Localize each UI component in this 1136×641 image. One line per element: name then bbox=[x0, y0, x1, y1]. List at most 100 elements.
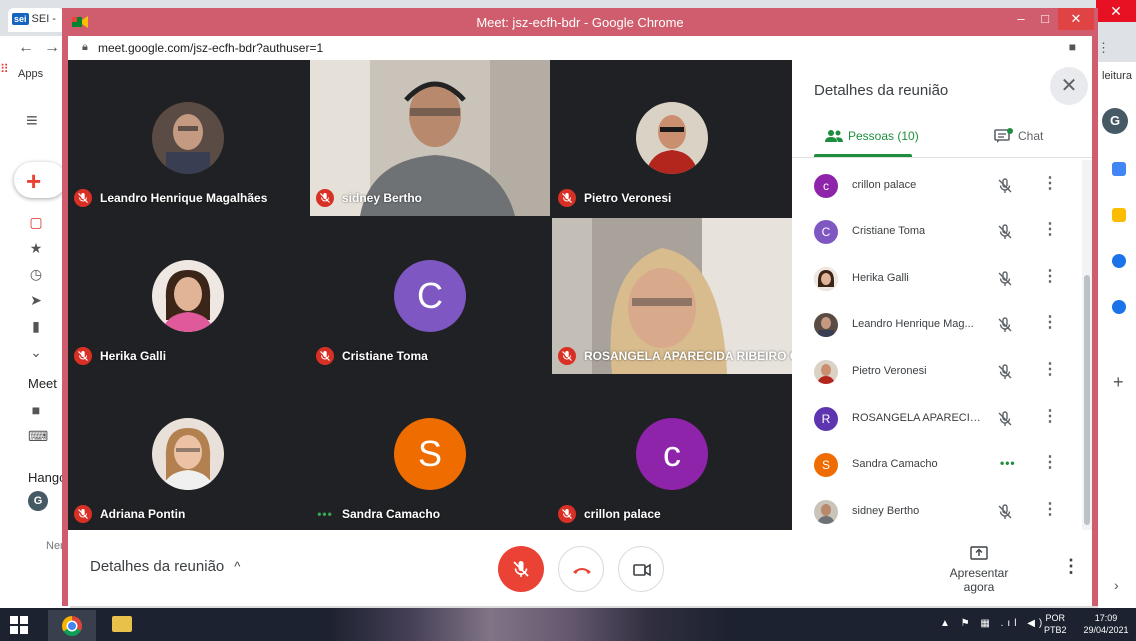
url-text[interactable]: meet.google.com/jsz-ecfh-bdr?authuser=1 bbox=[98, 41, 323, 55]
chevron-down-icon[interactable]: ⌄ bbox=[28, 344, 44, 361]
mic-off-icon[interactable] bbox=[996, 316, 1014, 334]
participant-tile[interactable]: Herika Galli bbox=[68, 218, 308, 374]
mic-off-icon bbox=[316, 189, 334, 207]
expand-rail-icon[interactable]: › bbox=[1114, 577, 1119, 593]
participant-name: ROSANGELA APARECIDA RIBEIRO G... bbox=[584, 349, 792, 363]
tile-name-bar: sidney Bertho bbox=[316, 188, 422, 208]
participant-more-button[interactable]: ⋮ bbox=[1042, 269, 1058, 285]
mic-off-icon[interactable] bbox=[996, 410, 1014, 428]
more-options-button[interactable]: ⋮ bbox=[1062, 556, 1080, 577]
panel-close-button[interactable]: ✕ bbox=[1050, 67, 1088, 105]
camera-permission-icon[interactable]: ■ bbox=[1069, 40, 1076, 54]
mic-off-icon[interactable] bbox=[996, 270, 1014, 288]
mic-off-icon bbox=[74, 189, 92, 207]
participant-tile[interactable]: S ••• Sandra Camacho bbox=[310, 376, 550, 532]
keyboard-icon[interactable]: ⌨ bbox=[28, 428, 48, 445]
file-icon[interactable]: ▮ bbox=[28, 318, 44, 335]
list-item[interactable]: Leandro Henrique Mag... ⋮ bbox=[792, 305, 1082, 345]
compose-button[interactable]: + bbox=[14, 162, 66, 198]
mic-off-icon[interactable] bbox=[996, 363, 1014, 381]
send-icon[interactable]: ➤ bbox=[28, 292, 44, 309]
account-avatar[interactable]: G bbox=[1102, 108, 1128, 134]
toggle-mic-button[interactable] bbox=[498, 546, 544, 592]
taskbar-chrome-button[interactable] bbox=[48, 610, 96, 641]
participant-tile[interactable]: sidney Bertho bbox=[310, 60, 550, 216]
participant-list-name: Herika Galli bbox=[852, 272, 909, 284]
address-bar[interactable]: 🔒︎ meet.google.com/jsz-ecfh-bdr?authuser… bbox=[68, 36, 1092, 60]
tasks-icon[interactable] bbox=[1112, 254, 1126, 268]
leitura-bookmark[interactable]: leitura bbox=[1102, 70, 1132, 82]
video-icon[interactable]: ■ bbox=[28, 402, 44, 418]
participant-name: Pietro Veronesi bbox=[584, 191, 672, 205]
background-menu-icon[interactable]: ⋮ bbox=[1097, 40, 1110, 56]
windows-start-icon[interactable] bbox=[10, 616, 28, 634]
system-tray-icons[interactable]: ▲ ⚑ ▦ .ıl ◀) bbox=[940, 618, 1046, 629]
input-language-indicator[interactable]: POR PTB2 bbox=[1044, 612, 1067, 636]
clock-icon[interactable]: ◷ bbox=[28, 266, 44, 283]
participant-photo bbox=[152, 260, 224, 332]
tab-people[interactable]: Pessoas (10) bbox=[824, 126, 919, 146]
participant-tile[interactable]: Pietro Veronesi bbox=[552, 60, 792, 216]
present-now-button[interactable]: Apresentar agora bbox=[934, 546, 1024, 594]
hangouts-avatar[interactable]: G bbox=[28, 491, 48, 511]
list-item[interactable]: S Sandra Camacho ••• ⋮ bbox=[792, 445, 1082, 485]
participant-more-button[interactable]: ⋮ bbox=[1042, 176, 1058, 192]
participant-more-button[interactable]: ⋮ bbox=[1042, 222, 1058, 238]
meeting-details-label: Detalhes da reunião bbox=[90, 558, 225, 575]
lock-icon[interactable]: 🔒︎ bbox=[82, 41, 88, 54]
star-icon[interactable]: ★ bbox=[28, 240, 44, 257]
participant-tile[interactable]: Leandro Henrique Magalhães bbox=[68, 60, 308, 216]
background-gmail-sidebar: ≡ + ▢ ★ ◷ ➤ ▮ ⌄ Meet ■ ⌨ Hango G Ner bbox=[0, 88, 70, 608]
list-item[interactable]: C Cristiane Toma ⋮ bbox=[792, 212, 1082, 252]
list-item[interactable]: c crillon palace ⋮ bbox=[792, 166, 1082, 206]
inbox-icon[interactable]: ▢ bbox=[28, 214, 44, 231]
maximize-button[interactable]: □ bbox=[1030, 8, 1060, 30]
participant-list-name: Leandro Henrique Mag... bbox=[852, 318, 974, 330]
meet-popup-window: Meet: jsz-ecfh-bdr - Google Chrome – □ ✕… bbox=[62, 8, 1098, 606]
scrollbar-thumb[interactable] bbox=[1084, 275, 1090, 525]
back-arrow-icon[interactable]: ← bbox=[18, 39, 44, 56]
toggle-camera-button[interactable] bbox=[618, 546, 664, 592]
mic-off-icon bbox=[316, 347, 334, 365]
add-addon-icon[interactable]: + bbox=[1113, 372, 1124, 393]
hamburger-menu-icon[interactable]: ≡ bbox=[26, 110, 38, 133]
meeting-details-button[interactable]: Detalhes da reunião ^ bbox=[90, 558, 240, 575]
panel-divider bbox=[792, 157, 1092, 158]
participant-more-button[interactable]: ⋮ bbox=[1042, 455, 1058, 471]
participant-avatar: R bbox=[814, 407, 838, 431]
list-item[interactable]: Pietro Veronesi ⋮ bbox=[792, 352, 1082, 392]
tile-name-bar: Adriana Pontin bbox=[74, 504, 185, 524]
participant-avatar: c bbox=[814, 174, 838, 198]
tile-name-bar: Pietro Veronesi bbox=[558, 188, 671, 208]
tile-name-bar: ••• Sandra Camacho bbox=[316, 504, 440, 524]
mic-off-icon[interactable] bbox=[996, 223, 1014, 241]
window-close-button[interactable]: ✕ bbox=[1058, 8, 1094, 30]
list-item[interactable]: Herika Galli ⋮ bbox=[792, 259, 1082, 299]
mic-off-icon[interactable] bbox=[996, 503, 1014, 521]
contacts-icon[interactable] bbox=[1112, 300, 1126, 314]
calendar-icon[interactable] bbox=[1112, 162, 1126, 176]
keep-icon[interactable] bbox=[1112, 208, 1126, 222]
background-tab[interactable]: sei SEI - bbox=[8, 8, 64, 32]
list-item[interactable]: sidney Bertho ⋮ bbox=[792, 492, 1082, 530]
participant-tile[interactable]: c crillon palace bbox=[552, 376, 792, 532]
participant-more-button[interactable]: ⋮ bbox=[1042, 409, 1058, 425]
background-close-button[interactable]: ✕ bbox=[1096, 0, 1136, 22]
mic-off-icon[interactable] bbox=[996, 177, 1014, 195]
tab-chat[interactable]: Chat bbox=[994, 126, 1043, 146]
participant-tile[interactable]: Adriana Pontin bbox=[68, 376, 308, 532]
taskbar-explorer-button[interactable] bbox=[104, 614, 138, 636]
list-item[interactable]: R ROSANGELA APARECID... ⋮ bbox=[792, 399, 1082, 439]
participant-more-button[interactable]: ⋮ bbox=[1042, 502, 1058, 518]
participant-tile[interactable]: ROSANGELA APARECIDA RIBEIRO G... bbox=[552, 218, 792, 374]
background-nav-arrows[interactable]: ←→ bbox=[0, 36, 70, 62]
plus-icon: + bbox=[26, 166, 42, 196]
background-right-rail: leitura G + › bbox=[1098, 62, 1136, 608]
meeting-details-panel: Detalhes da reunião ✕ Pessoas (10) Chat … bbox=[792, 60, 1092, 530]
participant-more-button[interactable]: ⋮ bbox=[1042, 315, 1058, 331]
leave-call-button[interactable] bbox=[558, 546, 604, 592]
taskbar-clock[interactable]: 17:09 29/04/2021 bbox=[1080, 612, 1132, 636]
participant-more-button[interactable]: ⋮ bbox=[1042, 362, 1058, 378]
present-screen-icon bbox=[970, 546, 988, 560]
participant-tile[interactable]: C Cristiane Toma bbox=[310, 218, 550, 374]
